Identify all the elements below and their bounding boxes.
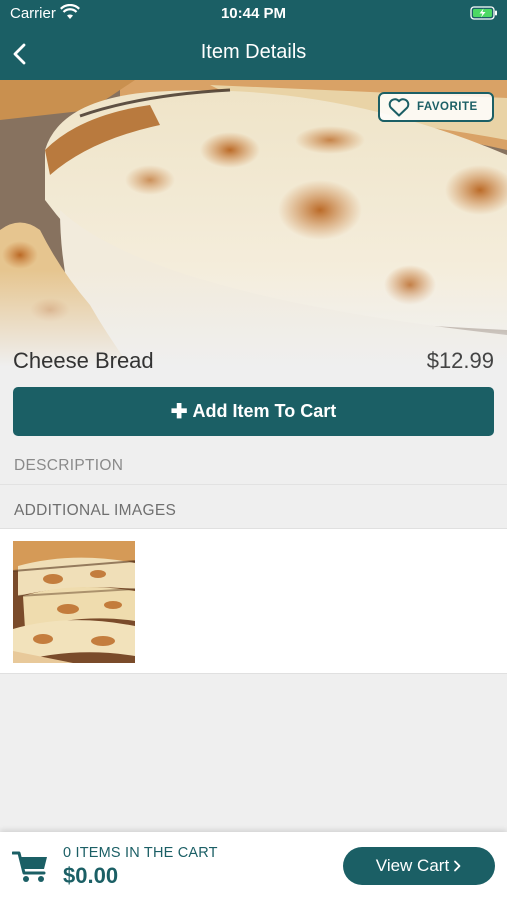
nav-bar: Item Details <box>0 28 507 80</box>
status-time: 10:44 PM <box>220 5 287 22</box>
additional-images-panel <box>0 528 507 674</box>
cart-summary-bar: 0 ITEMS IN THE CART $0.00 View Cart <box>0 832 507 900</box>
description-heading: DESCRIPTION <box>14 457 124 474</box>
chevron-right-icon <box>454 860 461 872</box>
cart-item-count: 0 ITEMS IN THE CART <box>63 845 218 861</box>
heart-outline-icon <box>388 97 410 116</box>
view-cart-button[interactable]: View Cart <box>343 847 495 885</box>
app-header: Carrier 10:44 PM Item Details <box>0 0 507 80</box>
item-name: Cheese Bread <box>13 348 154 373</box>
cheese-bread-thumbnail-image <box>13 541 135 663</box>
favorite-label: FAVORITE <box>417 101 478 113</box>
item-price: $12.99 <box>426 348 494 373</box>
item-hero-image <box>0 80 507 380</box>
additional-image-thumbnail[interactable] <box>13 541 135 663</box>
view-cart-label: View Cart <box>375 856 450 875</box>
cart-total: $0.00 <box>63 863 119 888</box>
additional-images-heading: ADDITIONAL IMAGES <box>14 502 177 519</box>
section-divider <box>0 484 507 485</box>
plus-icon: ✚ <box>170 401 188 423</box>
add-to-cart-label: Add Item To Cart <box>192 401 337 421</box>
battery-charging-icon <box>470 6 497 20</box>
status-bar: Carrier 10:44 PM <box>0 0 507 28</box>
add-to-cart-button[interactable]: ✚ Add Item To Cart <box>13 387 494 436</box>
page-title: Item Details <box>200 41 307 63</box>
shopping-cart-icon <box>12 851 47 882</box>
favorite-button[interactable]: FAVORITE <box>378 92 494 122</box>
